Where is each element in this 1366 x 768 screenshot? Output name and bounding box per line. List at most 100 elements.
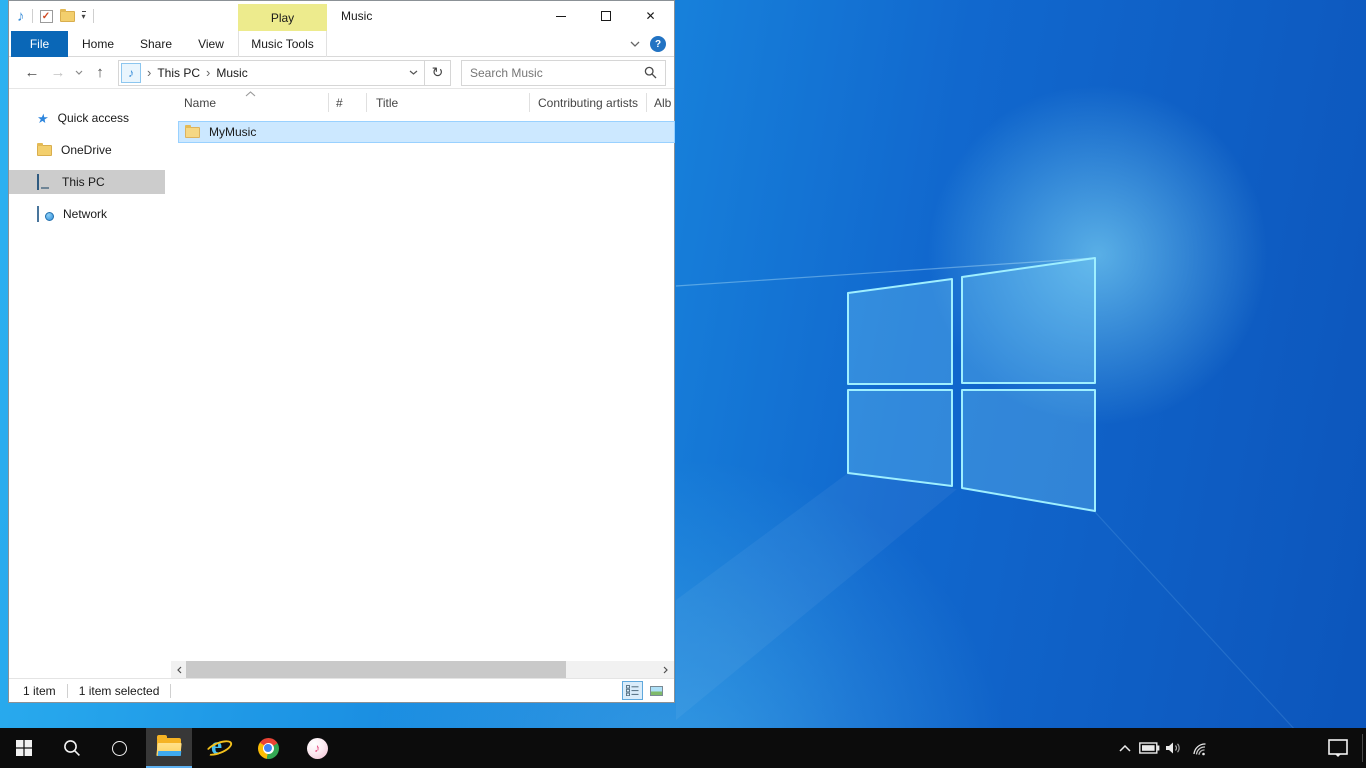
- ribbon-tab-row: File Home Share View Music Tools ?: [9, 31, 674, 57]
- address-dropdown-chevron-icon[interactable]: [402, 61, 424, 85]
- breadcrumb-chevron: ›: [141, 65, 157, 80]
- breadcrumb-this-pc[interactable]: This PC: [157, 66, 200, 80]
- sidebar-item-label: OneDrive: [61, 143, 112, 157]
- main-area: ★ Quick access OneDrive This PC Network …: [9, 89, 674, 678]
- action-center-icon: [1327, 738, 1349, 758]
- new-folder-icon[interactable]: [60, 11, 75, 22]
- music-note-icon: ♪: [128, 67, 134, 79]
- ribbon-right-controls: ?: [630, 31, 666, 57]
- qat-separator: [93, 9, 94, 23]
- tab-music-tools-label: Music Tools: [251, 37, 313, 51]
- tab-home[interactable]: Home: [69, 31, 127, 57]
- search-icon[interactable]: [644, 66, 657, 79]
- scroll-right-arrow-icon[interactable]: [657, 661, 674, 678]
- taskbar-file-explorer-button[interactable]: [146, 728, 192, 768]
- taskbar-internet-explorer-button[interactable]: e: [196, 728, 242, 768]
- sidebar-item-quick-access[interactable]: ★ Quick access: [9, 106, 165, 130]
- tab-home-label: Home: [82, 37, 114, 51]
- properties-checkbox-icon[interactable]: ✓: [40, 10, 53, 23]
- tab-file-label: File: [30, 37, 49, 51]
- forward-button[interactable]: →: [45, 57, 71, 89]
- customize-qat-dropdown-icon[interactable]: ▾: [82, 11, 86, 21]
- cortana-button[interactable]: [95, 728, 143, 768]
- taskbar: e ♪: [0, 728, 1366, 768]
- item-count: 1 item: [23, 684, 56, 698]
- show-desktop-button[interactable]: [1362, 734, 1363, 762]
- title-bar: ♪ ✓ ▾ Play Music ✕: [9, 1, 674, 31]
- column-header-album[interactable]: Alb: [654, 96, 671, 110]
- status-divider: [170, 684, 171, 698]
- action-center-button[interactable]: [1318, 728, 1358, 768]
- tab-share[interactable]: Share: [127, 31, 185, 57]
- breadcrumb-chevron: ›: [200, 65, 216, 80]
- sidebar-item-onedrive[interactable]: OneDrive: [9, 138, 165, 162]
- scrollbar-thumb[interactable]: [186, 661, 566, 678]
- volume-tray-button[interactable]: [1160, 728, 1188, 768]
- recent-locations-chevron-icon[interactable]: [71, 57, 87, 89]
- column-separator[interactable]: [328, 93, 329, 112]
- sidebar-item-this-pc[interactable]: This PC: [9, 170, 165, 194]
- column-separator[interactable]: [646, 93, 647, 112]
- file-list-area: Name # Title Contributing artists Alb My…: [171, 89, 674, 678]
- back-button[interactable]: ←: [19, 57, 45, 89]
- address-location-icon-box: ♪: [121, 63, 141, 83]
- sidebar-item-network[interactable]: Network: [9, 202, 165, 226]
- tab-share-label: Share: [140, 37, 172, 51]
- battery-tray-button[interactable]: [1136, 728, 1162, 768]
- details-view-button[interactable]: [622, 681, 643, 700]
- column-header-title[interactable]: Title: [376, 96, 398, 110]
- search-input[interactable]: [462, 66, 644, 80]
- column-header-contributing-artists[interactable]: Contributing artists: [538, 96, 638, 110]
- tab-file[interactable]: File: [11, 31, 68, 57]
- taskbar-chrome-button[interactable]: [245, 728, 291, 768]
- breadcrumb-music[interactable]: Music: [216, 66, 247, 80]
- tab-music-tools[interactable]: Music Tools: [238, 31, 327, 57]
- qat-separator: [32, 9, 33, 23]
- column-separator[interactable]: [529, 93, 530, 112]
- tab-view-label: View: [198, 37, 224, 51]
- minimize-button[interactable]: [538, 1, 583, 31]
- chevron-up-icon: [1119, 745, 1131, 752]
- navigation-bar: ← → ↑ ♪ › This PC › Music ↻: [9, 57, 674, 89]
- tab-view[interactable]: View: [185, 31, 237, 57]
- help-icon[interactable]: ?: [650, 36, 666, 52]
- column-header-number[interactable]: #: [336, 96, 343, 110]
- folder-icon: [185, 127, 200, 138]
- column-header-name[interactable]: Name: [184, 96, 216, 110]
- network-icon: [37, 207, 54, 221]
- show-hidden-icons-button[interactable]: [1112, 728, 1138, 768]
- navigation-pane: ★ Quick access OneDrive This PC Network: [9, 89, 171, 678]
- start-button[interactable]: [0, 728, 48, 768]
- taskbar-search-button[interactable]: [48, 728, 95, 768]
- column-separator[interactable]: [366, 93, 367, 112]
- onedrive-folder-icon: [37, 145, 52, 156]
- horizontal-scrollbar[interactable]: [171, 661, 674, 678]
- up-button[interactable]: ↑: [87, 57, 113, 89]
- contextual-tab-group-play[interactable]: Play: [238, 4, 327, 31]
- expand-ribbon-chevron-icon[interactable]: [630, 41, 640, 47]
- windows-start-icon: [16, 740, 32, 756]
- maximize-button[interactable]: [583, 1, 628, 31]
- network-tray-button[interactable]: [1186, 728, 1212, 768]
- sidebar-item-label: This PC: [62, 175, 105, 189]
- refresh-button[interactable]: ↻: [425, 64, 450, 81]
- selection-count: 1 item selected: [79, 684, 160, 698]
- file-explorer-window: ♪ ✓ ▾ Play Music ✕ File Home Share View …: [8, 0, 675, 703]
- chrome-icon: [258, 738, 279, 759]
- internet-explorer-icon: e: [205, 735, 233, 761]
- battery-icon: [1139, 742, 1160, 754]
- address-bar-right: ↻: [402, 61, 450, 85]
- status-divider: [67, 684, 68, 698]
- window-title: Music: [341, 1, 372, 31]
- close-button[interactable]: ✕: [628, 1, 673, 31]
- file-row-mymusic[interactable]: MyMusic: [178, 121, 675, 143]
- address-bar[interactable]: ♪ › This PC › Music ↻: [118, 60, 451, 86]
- file-explorer-icon: [157, 738, 181, 756]
- taskbar-itunes-button[interactable]: ♪: [294, 728, 340, 768]
- cortana-circle-icon: [112, 741, 127, 756]
- thumbnail-view-button[interactable]: [646, 681, 667, 700]
- sort-ascending-caret-icon: [245, 91, 256, 97]
- window-music-note-icon: ♪: [17, 9, 25, 24]
- this-pc-monitor-icon: [37, 175, 53, 189]
- status-bar: 1 item 1 item selected: [9, 678, 674, 702]
